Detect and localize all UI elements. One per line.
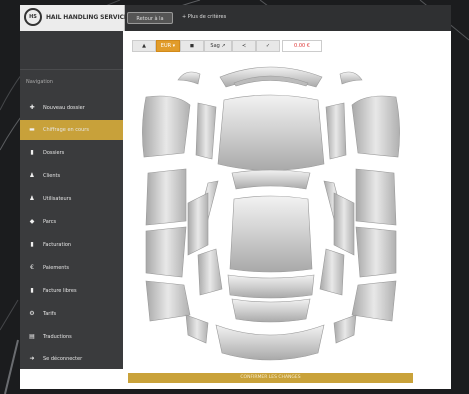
- left-mirror[interactable]: [177, 71, 201, 85]
- trunk[interactable]: [231, 298, 311, 323]
- sidebar-item-paiements[interactable]: € Paiements: [20, 258, 123, 278]
- sidebar-item-label: Parcs: [43, 219, 57, 225]
- logo-text: HAIL HANDLING SERVICES: [46, 14, 133, 21]
- sidebar-item-label: Chiffrage en cours: [43, 127, 89, 133]
- file-icon: ▮: [30, 287, 34, 294]
- check-icon-button[interactable]: ✓: [256, 40, 280, 52]
- car-icon-button[interactable]: ◼: [180, 40, 204, 52]
- app-window: HS HAIL HANDLING SERVICES Retour à la + …: [20, 5, 451, 389]
- left-front-wing[interactable]: [142, 95, 191, 158]
- nav-title: Navigation: [26, 79, 53, 85]
- file-icon: ▮: [30, 241, 34, 248]
- sidebar-item-parcs[interactable]: ◆ Parcs: [20, 212, 123, 232]
- sidebar-item-logout[interactable]: ➜ Se déconnecter: [20, 349, 123, 369]
- hood[interactable]: [217, 94, 325, 171]
- sidebar-item-label: Se déconnecter: [43, 356, 83, 362]
- right-rear-door[interactable]: [355, 226, 397, 278]
- car-parts-diagram: [142, 66, 400, 361]
- user-icon: ♟: [29, 195, 35, 202]
- right-front-door[interactable]: [355, 168, 397, 226]
- user-icon: ♟: [29, 172, 35, 179]
- right-roof-rail[interactable]: [333, 192, 355, 256]
- left-front-door[interactable]: [145, 168, 187, 226]
- sidebar-item-label: Facture libres: [43, 288, 77, 294]
- left-sill[interactable]: [185, 314, 209, 344]
- right-quarter[interactable]: [319, 248, 345, 296]
- rear-bumper[interactable]: [215, 324, 325, 361]
- save-button[interactable]: CONFIRMER LES CHANGES: [128, 373, 413, 383]
- sidebar-item-facturation[interactable]: ▮ Facturation: [20, 235, 123, 255]
- car-icon: ▬: [29, 126, 35, 133]
- right-front-wing[interactable]: [351, 95, 400, 158]
- user-icon-button[interactable]: ▲: [132, 40, 156, 52]
- sidebar-item-label: Tarifs: [43, 311, 57, 317]
- left-rear-wing[interactable]: [145, 280, 191, 322]
- logo[interactable]: HS HAIL HANDLING SERVICES: [20, 5, 132, 31]
- left-quarter[interactable]: [197, 248, 223, 296]
- currency-button[interactable]: EUR ▾: [156, 40, 180, 52]
- more-criteria-link[interactable]: + Plus de critères: [182, 14, 226, 20]
- sidebar-item-label: Nouveau dossier: [43, 105, 85, 111]
- sidebar-item-label: Dossiers: [43, 150, 65, 156]
- right-sill[interactable]: [333, 314, 357, 344]
- book-icon: ▤: [29, 333, 35, 340]
- sidebar-item-nouveau-dossier[interactable]: ✚ Nouveau dossier: [20, 98, 123, 118]
- rear-window[interactable]: [227, 274, 315, 299]
- sidebar-item-dossiers[interactable]: ▮ Dossiers: [20, 143, 123, 163]
- left-front-bar[interactable]: [195, 102, 217, 160]
- euro-icon: €: [30, 264, 34, 271]
- roof[interactable]: [229, 195, 313, 273]
- back-button[interactable]: Retour à la: [127, 12, 173, 24]
- sidebar-item-label: Utilisateurs: [43, 196, 72, 202]
- sidebar-item-label: Paiements: [43, 265, 70, 271]
- sidebar-item-tarifs[interactable]: ⚙ Tarifs: [20, 304, 123, 324]
- sidebar-item-traductions[interactable]: ▤ Traductions: [20, 327, 123, 347]
- left-rear-door[interactable]: [145, 226, 187, 278]
- sidebar-item-label: Clients: [43, 173, 61, 179]
- file-icon: ▮: [30, 149, 34, 156]
- sidebar-item-chiffrage[interactable]: ▬ Chiffrage en cours: [20, 120, 123, 140]
- user-box: [20, 31, 123, 70]
- sidebar: Navigation ✚ Nouveau dossier ▬ Chiffrage…: [20, 31, 123, 369]
- gear-icon: ⚙: [29, 310, 35, 317]
- windshield[interactable]: [231, 169, 311, 190]
- plus-icon: ✚: [29, 104, 35, 111]
- top-bar: HS HAIL HANDLING SERVICES Retour à la + …: [20, 5, 451, 31]
- sidebar-item-label: Traductions: [43, 334, 72, 340]
- left-roof-rail[interactable]: [187, 192, 209, 256]
- sidebar-item-utilisateurs[interactable]: ♟ Utilisateurs: [20, 189, 123, 209]
- right-front-bar[interactable]: [325, 102, 347, 160]
- sidebar-item-facture-libres[interactable]: ▮ Facture libres: [20, 281, 123, 301]
- logout-icon: ➜: [29, 355, 35, 362]
- sidebar-item-label: Facturation: [43, 242, 72, 248]
- right-mirror[interactable]: [339, 71, 363, 85]
- tag-icon: ◆: [29, 218, 35, 225]
- price-display: 0.00 €: [282, 40, 322, 52]
- sidebar-item-clients[interactable]: ♟ Clients: [20, 166, 123, 186]
- right-rear-wing[interactable]: [351, 280, 397, 322]
- share-icon-button[interactable]: ≺: [232, 40, 256, 52]
- sag-button[interactable]: Sag ↗: [204, 40, 232, 52]
- logo-mark: HS: [24, 8, 42, 26]
